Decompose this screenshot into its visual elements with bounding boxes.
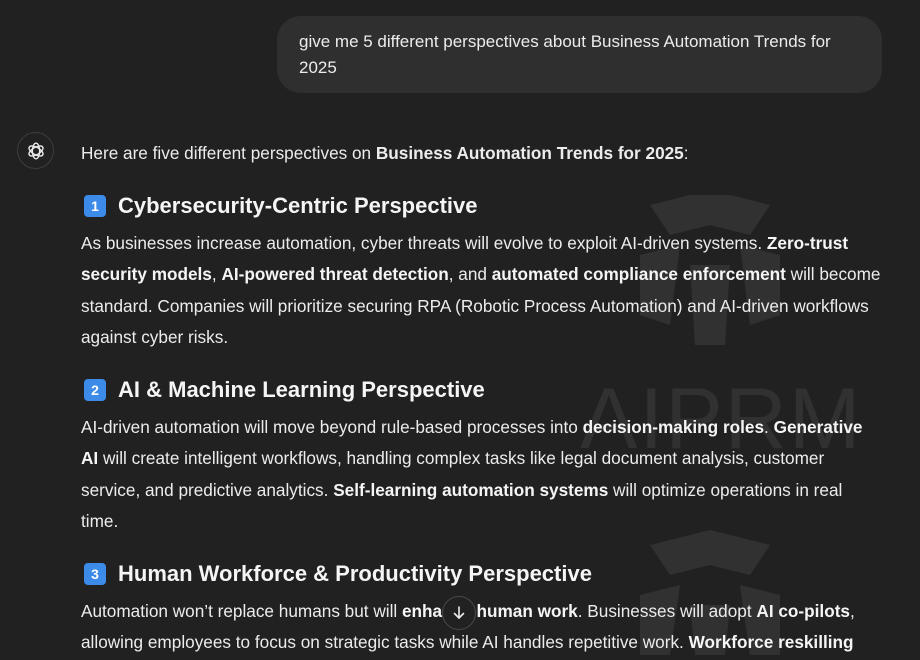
user-message-text: give me 5 different perspectives about B… (299, 32, 831, 77)
assistant-avatar (17, 132, 54, 169)
section-paragraph: AI-driven automation will move beyond ru… (81, 416, 863, 532)
intro-suffix: : (683, 143, 689, 163)
scroll-to-bottom-button[interactable] (442, 596, 476, 630)
number-3-emoji-icon: 3 (84, 562, 106, 585)
intro-bold-topic: Business Automation Trends for 2025 (375, 143, 684, 163)
arrow-down-icon (453, 606, 465, 619)
assistant-message: Here are five different perspectives on … (81, 138, 881, 659)
section-paragraph: Automation won’t replace humans but will… (81, 600, 855, 653)
section-heading: 3 Human Workforce & Productivity Perspec… (81, 560, 881, 588)
section-3: 3 Human Workforce & Productivity Perspec… (81, 560, 881, 659)
section-2: 2 AI & Machine Learning Perspective AI-d… (81, 376, 881, 538)
openai-logo-icon (27, 142, 44, 159)
section-title: Cybersecurity-Centric Perspective (118, 192, 478, 218)
intro-paragraph: Here are five different perspectives on … (81, 138, 881, 170)
user-message-bubble: give me 5 different perspectives about B… (277, 16, 882, 93)
section-heading: 1 Cybersecurity-Centric Perspective (81, 192, 881, 220)
number-2-emoji-icon: 2 (84, 378, 106, 401)
intro-text: Here are five different perspectives on (81, 143, 376, 163)
section-paragraph: As businesses increase automation, cyber… (81, 232, 881, 348)
section-1: 1 Cybersecurity-Centric Perspective As b… (81, 192, 881, 354)
number-1-emoji-icon: 1 (84, 194, 106, 217)
section-heading: 2 AI & Machine Learning Perspective (81, 376, 881, 404)
section-title: AI & Machine Learning Perspective (118, 376, 485, 402)
section-title: Human Workforce & Productivity Perspecti… (118, 560, 592, 586)
